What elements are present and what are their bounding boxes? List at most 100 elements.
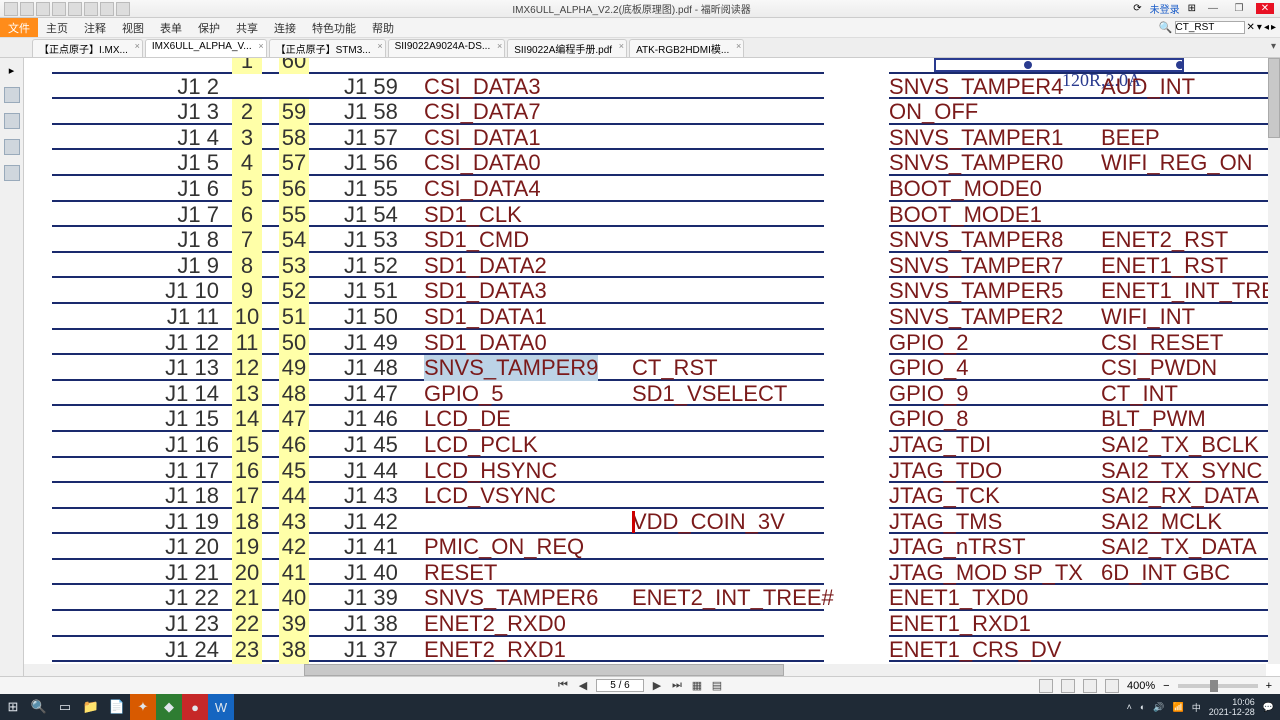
- menu-file[interactable]: 文件: [0, 18, 38, 37]
- foxit-icon[interactable]: ✦: [130, 694, 156, 720]
- next-page-button[interactable]: ▶: [650, 679, 664, 692]
- schematic-net-row: JTAG_TCKSAI2_RX_DATA: [889, 483, 1280, 509]
- document-tab[interactable]: 【正点原子】STM3...×: [269, 39, 386, 57]
- undo-icon[interactable]: [84, 2, 98, 16]
- minimize-button[interactable]: —: [1204, 3, 1222, 14]
- schematic-net-row: GPIO_4CSI_PWDN: [889, 355, 1280, 381]
- maximize-button[interactable]: ❐: [1230, 3, 1248, 14]
- menu-item[interactable]: 共享: [228, 20, 266, 36]
- document-tab[interactable]: SII9022A9024A-DS...×: [388, 39, 506, 57]
- menu-item[interactable]: 表单: [152, 20, 190, 36]
- app2-icon[interactable]: ◆: [156, 694, 182, 720]
- zoom-out-button[interactable]: −: [1163, 680, 1169, 692]
- layers-icon[interactable]: [4, 165, 20, 181]
- search-icon[interactable]: 🔍: [1159, 21, 1173, 34]
- notifications-icon[interactable]: 💬: [1263, 702, 1274, 713]
- schematic-pin-row: J1 191843J1 42VDD_COIN_3V: [24, 509, 834, 535]
- schematic-pin-row: J1 6556J1 55CSI_DATA4: [24, 176, 834, 202]
- app3-icon[interactable]: ●: [182, 694, 208, 720]
- search-taskbar-icon[interactable]: 🔍: [26, 694, 52, 720]
- schematic-pin-row: J1 201942J1 41PMIC_ON_REQ: [24, 534, 834, 560]
- menu-item[interactable]: 帮助: [364, 20, 402, 36]
- horizontal-scrollbar[interactable]: [24, 664, 1266, 676]
- refresh-icon[interactable]: ⟳: [1133, 3, 1141, 14]
- document-tab[interactable]: IMX6ULL_ALPHA_V...×: [145, 39, 267, 57]
- document-viewport[interactable]: 120R,2.0A 160J1 2J1 59CSI_DATA3J1 3259J1…: [24, 58, 1280, 676]
- menu-item[interactable]: 主页: [38, 20, 76, 36]
- tray-icon[interactable]: 📶: [1173, 702, 1184, 713]
- page-layout-icon[interactable]: ▦: [690, 679, 704, 692]
- menu-item[interactable]: 保护: [190, 20, 228, 36]
- zoom-slider[interactable]: [1178, 684, 1258, 688]
- tab-close-icon[interactable]: ×: [497, 41, 502, 51]
- vertical-scrollbar[interactable]: [1268, 58, 1280, 664]
- schematic-pin-row: J1 242338J1 37ENET2_RXD1: [24, 637, 834, 663]
- schematic-pin-row: J1 121150J1 49SD1_DATA0: [24, 330, 834, 356]
- app1-icon[interactable]: 📄: [104, 694, 130, 720]
- schematic-net-row: SNVS_TAMPER7ENET1_RST: [889, 253, 1280, 279]
- view-mode3-icon[interactable]: [1083, 679, 1097, 693]
- status-bar: ⏮ ◀ ▶ ⏭ ▦ ▤ 400% − +: [0, 676, 1280, 694]
- taskbar-clock[interactable]: 10:06 2021-12-28: [1209, 697, 1255, 717]
- menu-item[interactable]: 连接: [266, 20, 304, 36]
- document-tab[interactable]: ATK-RGB2HDMI模...×: [629, 39, 744, 57]
- document-tab[interactable]: SII9022A编程手册.pdf×: [507, 39, 627, 57]
- tab-bar: 【正点原子】I.MX...×IMX6ULL_ALPHA_V...×【正点原子】S…: [0, 38, 1280, 58]
- menu-item[interactable]: 特色功能: [304, 20, 364, 36]
- tray-icon[interactable]: 🔊: [1153, 702, 1164, 713]
- prev-page-button[interactable]: ◀: [576, 679, 590, 692]
- close-button[interactable]: ✕: [1256, 3, 1274, 14]
- grid-icon[interactable]: ⊞: [1188, 3, 1196, 14]
- zoom-in-button[interactable]: +: [1266, 680, 1272, 692]
- view-mode1-icon[interactable]: [1039, 679, 1053, 693]
- taskview-icon[interactable]: ▭: [52, 694, 78, 720]
- last-page-button[interactable]: ⏭: [670, 679, 684, 692]
- sidebar-toggle-icon[interactable]: ▸: [9, 64, 15, 77]
- ime-icon[interactable]: 中: [1192, 701, 1201, 714]
- save-icon[interactable]: [36, 2, 50, 16]
- first-page-button[interactable]: ⏮: [556, 679, 570, 692]
- tab-overflow-icon[interactable]: ▾: [1271, 41, 1276, 52]
- document-tab[interactable]: 【正点原子】I.MX...×: [32, 39, 143, 57]
- start-button[interactable]: ⊞: [0, 694, 26, 720]
- schematic-net-row: JTAG_MOD SP_TX6D_INT GBC: [889, 560, 1280, 586]
- login-link[interactable]: 未登录: [1150, 1, 1180, 16]
- tab-close-icon[interactable]: ×: [258, 41, 263, 51]
- page-input[interactable]: [596, 679, 644, 692]
- search-close-icon[interactable]: ✕: [1247, 22, 1255, 33]
- tab-close-icon[interactable]: ×: [135, 41, 140, 51]
- schematic-net-row: JTAG_nTRSTSAI2_TX_DATA: [889, 534, 1280, 560]
- menu-bar: 文件 主页注释视图表单保护共享连接特色功能帮助 🔍 ✕ ▾ ◂ ▸: [0, 18, 1280, 38]
- schematic-pin-row: J1 212041J1 40RESET: [24, 560, 834, 586]
- tab-close-icon[interactable]: ×: [736, 41, 741, 51]
- view-mode2-icon[interactable]: [1061, 679, 1075, 693]
- search-next-icon[interactable]: ▸: [1271, 22, 1276, 33]
- explorer-icon[interactable]: 📁: [78, 694, 104, 720]
- tab-close-icon[interactable]: ×: [377, 41, 382, 51]
- redo-icon[interactable]: [100, 2, 114, 16]
- print-icon[interactable]: [52, 2, 66, 16]
- more-icon[interactable]: [116, 2, 130, 16]
- schematic-net-row: SNVS_TAMPER4AUD_INT: [889, 74, 1280, 100]
- tray-icon[interactable]: ◐: [1140, 702, 1145, 712]
- menu-item[interactable]: 注释: [76, 20, 114, 36]
- pages-icon[interactable]: [4, 113, 20, 129]
- schematic-pin-row: J1 171645J1 44LCD_HSYNC: [24, 458, 834, 484]
- schematic-pin-row: J1 10952J1 51SD1_DATA3: [24, 278, 834, 304]
- search-prev-icon[interactable]: ◂: [1264, 22, 1269, 33]
- schematic-pin-row: J1 8754J1 53SD1_CMD: [24, 227, 834, 253]
- view-mode4-icon[interactable]: [1105, 679, 1119, 693]
- menu-item[interactable]: 视图: [114, 20, 152, 36]
- attachments-icon[interactable]: [4, 139, 20, 155]
- open-icon[interactable]: [20, 2, 34, 16]
- search-input[interactable]: [1175, 21, 1245, 34]
- schematic-net-row: BOOT_MODE1: [889, 202, 1280, 228]
- tab-close-icon[interactable]: ×: [619, 41, 624, 51]
- page-layout2-icon[interactable]: ▤: [710, 679, 724, 692]
- app-icon: [4, 2, 18, 16]
- tray-overflow-icon[interactable]: ˄: [1127, 702, 1132, 712]
- search-options-icon[interactable]: ▾: [1257, 22, 1262, 33]
- bookmarks-icon[interactable]: [4, 87, 20, 103]
- word-icon[interactable]: W: [208, 694, 234, 720]
- mail-icon[interactable]: [68, 2, 82, 16]
